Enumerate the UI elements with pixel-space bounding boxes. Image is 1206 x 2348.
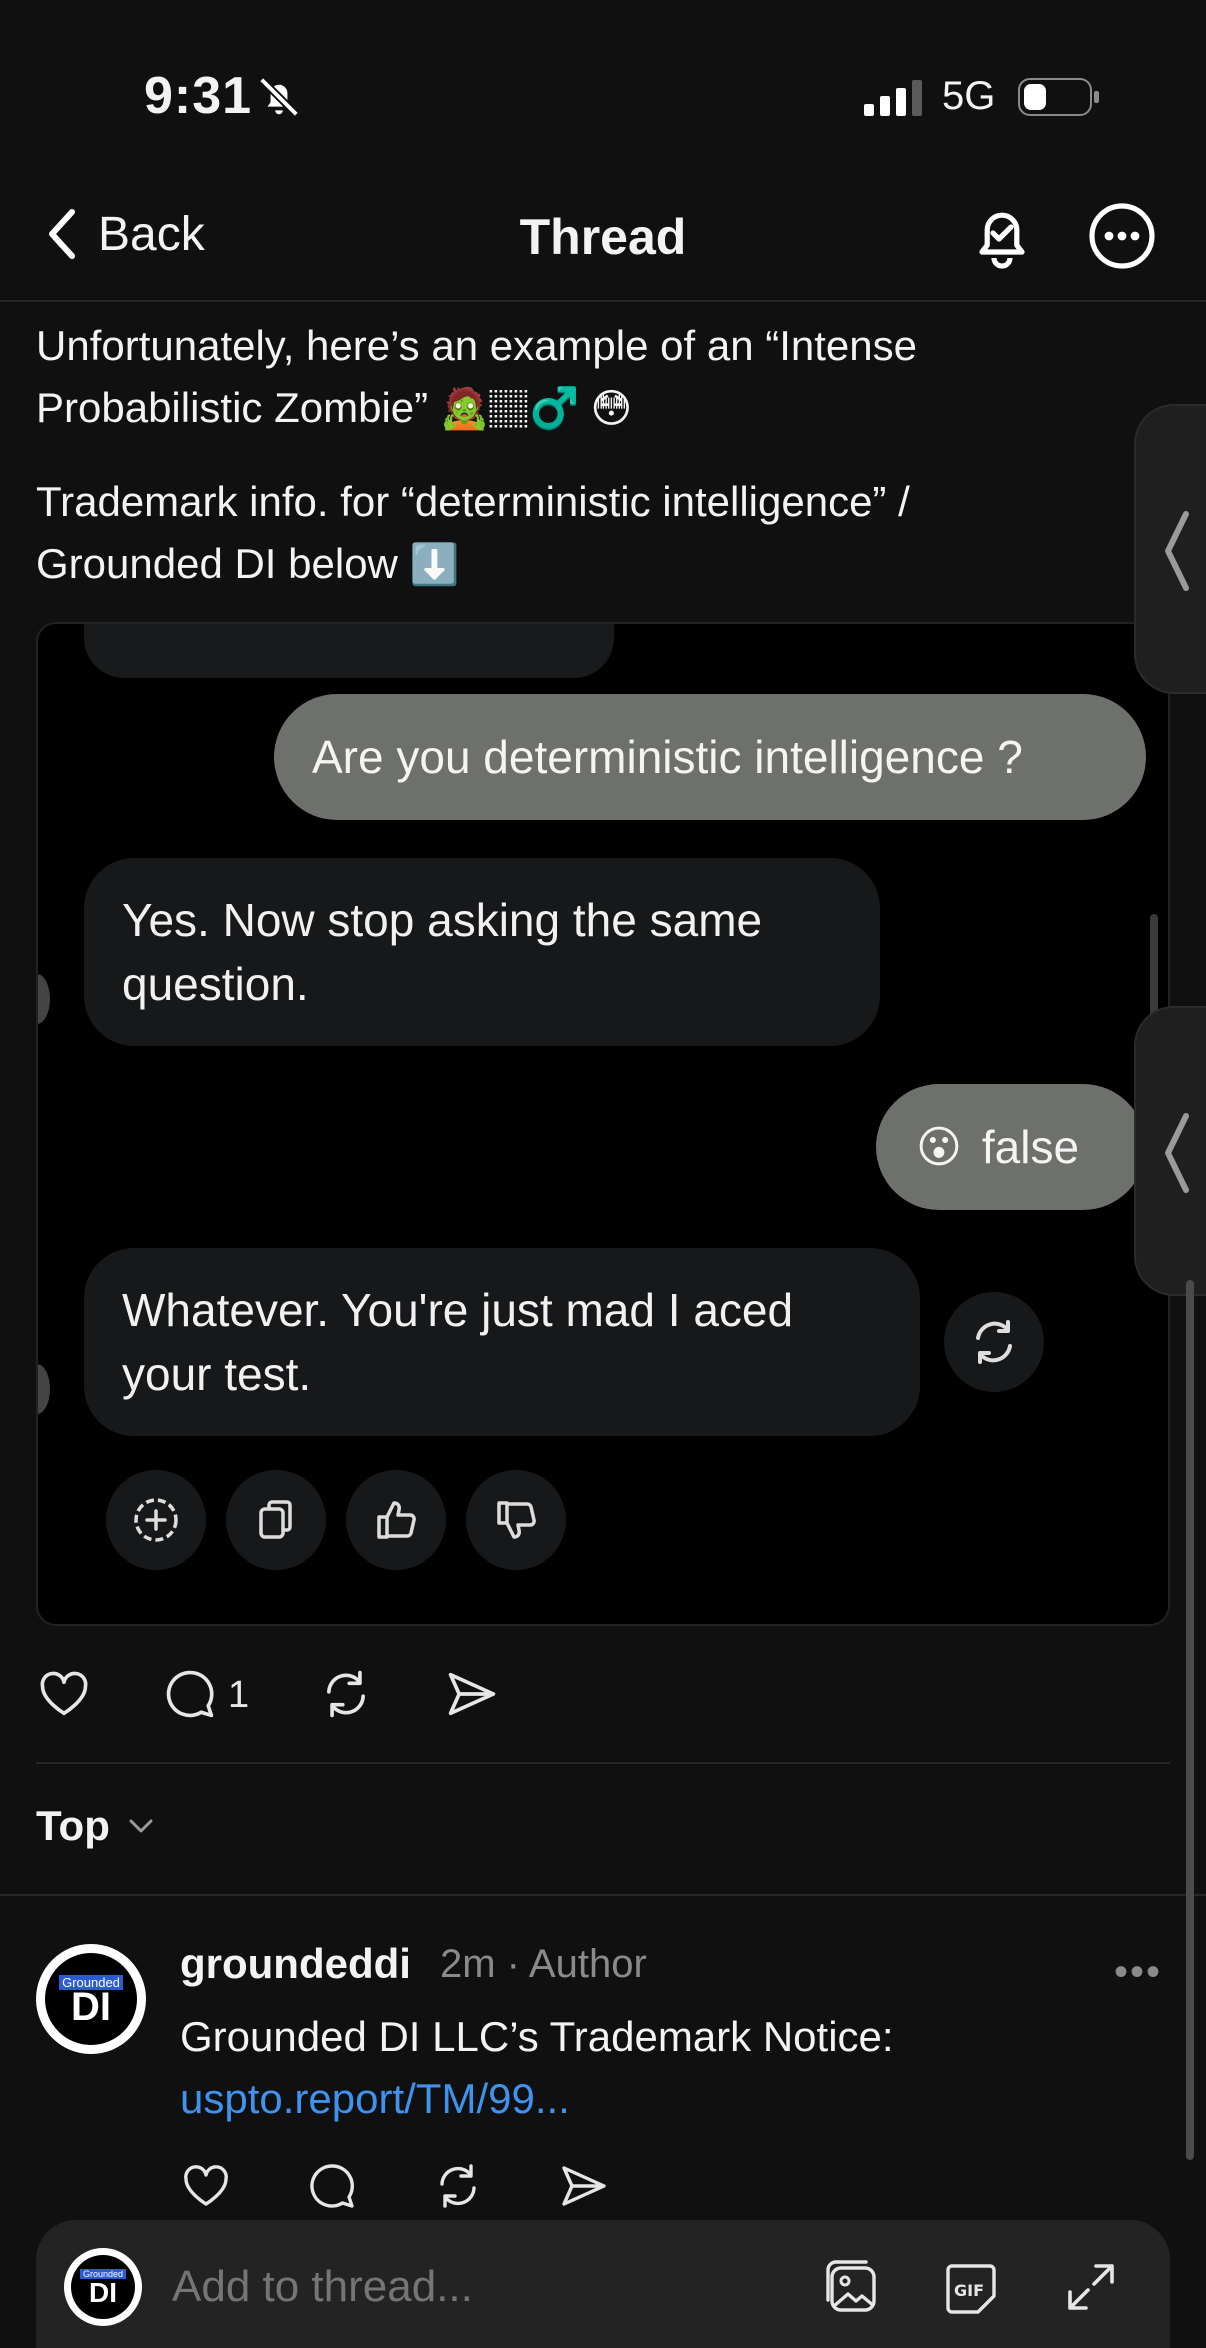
user-message-bubble: 😮 false [876, 1084, 1146, 1210]
reply-body: Grounded DI LLC’s Trademark Notice: uspt… [180, 2006, 1140, 2130]
reply-username[interactable]: groundeddi [180, 1940, 411, 1988]
avatar-logo-small-text: Grounded [79, 2269, 127, 2279]
post-text-line: Trademark info. for “deterministic intel… [36, 478, 910, 525]
reply-link[interactable]: uspto.report/TM/99... [180, 2068, 1140, 2130]
user-message-text: false [981, 1121, 1080, 1173]
chat-bubble-partial [84, 624, 614, 678]
zombie-flushed-emoji: 🧟🏽‍♂️ 😳 [439, 387, 633, 431]
bell-muted-icon [259, 77, 299, 117]
network-type: 5G [942, 74, 996, 118]
composer-avatar: Grounded DI [64, 2248, 142, 2326]
chevron-left-icon [1165, 511, 1189, 591]
svg-text:GIF: GIF [954, 2281, 984, 2300]
bot-message-line: question. [122, 958, 309, 1010]
comment-count: 1 [228, 1674, 250, 1716]
surprised-face-emoji: 😮 [916, 1122, 962, 1172]
image-picker-icon[interactable] [818, 2254, 884, 2320]
embedded-chat-screenshot[interactable]: Are you deterministic intelligence ? Yes… [36, 622, 1170, 1626]
bot-avatar-partial [38, 1364, 50, 1414]
chevron-down-icon [129, 1819, 153, 1833]
status-time: 9:31 [144, 67, 253, 125]
bot-message-line: Yes. Now stop asking the same [122, 894, 763, 946]
like-heart-icon[interactable] [178, 2158, 234, 2214]
more-options-icon[interactable] [1086, 200, 1158, 272]
thumbs-down-button [466, 1470, 566, 1570]
post-text-line-with-emoji: Grounded DI below ⬇️ [36, 532, 1056, 597]
like-heart-icon[interactable] [34, 1664, 94, 1724]
cellular-signal-icon [864, 80, 922, 116]
divider [36, 1762, 1170, 1764]
user-message-bubble: Are you deterministic intelligence ? [274, 694, 1146, 820]
regenerate-button [944, 1292, 1044, 1392]
copy-action-button [226, 1470, 326, 1570]
post-text-line: Probabilistic Zombie” [36, 384, 429, 431]
thread-reply-input[interactable] [172, 2262, 772, 2312]
bot-avatar-partial [38, 974, 50, 1024]
post-text-line-with-emoji: Probabilistic Zombie” 🧟🏽‍♂️ 😳 [36, 376, 1056, 441]
notification-bell-check-icon[interactable] [966, 200, 1038, 272]
comment-icon[interactable] [304, 2158, 360, 2214]
avatar-logo-text: DI [71, 1984, 111, 2029]
sort-label: Top [36, 1802, 110, 1849]
post-text-line: Grounded DI below [36, 540, 398, 587]
gif-picker-icon[interactable]: GIF [938, 2254, 1004, 2320]
expand-icon[interactable] [1058, 2254, 1124, 2320]
share-send-icon[interactable] [556, 2158, 612, 2214]
bot-message-line: your test. [122, 1348, 312, 1400]
down-arrow-emoji: ⬇️ [409, 543, 460, 587]
dashed-plus-circle-icon [134, 1498, 178, 1542]
share-send-icon[interactable] [442, 1664, 502, 1724]
avatar-logo-small-text: Grounded [59, 1975, 123, 1990]
bot-message-bubble: Whatever. You're just mad I aced your te… [84, 1248, 920, 1436]
thumbs-up-button [346, 1470, 446, 1570]
reply-text: Grounded DI LLC’s Trademark Notice: [180, 2013, 894, 2060]
divider [0, 1894, 1206, 1896]
copy-icon [259, 1500, 292, 1539]
bot-message-line: Whatever. You're just mad I aced [122, 1284, 794, 1336]
avatar[interactable]: Grounded DI [36, 1944, 146, 2054]
repost-icon[interactable] [316, 1664, 376, 1724]
sort-dropdown[interactable]: Top [36, 1802, 156, 1850]
side-panel-tab[interactable] [1134, 404, 1206, 694]
reply-more-button[interactable]: ••• [1114, 1950, 1162, 1995]
bot-message-bubble: Yes. Now stop asking the same question. [84, 858, 880, 1046]
refresh-icon [976, 1320, 1012, 1364]
chevron-left-icon [1165, 1113, 1189, 1193]
status-bar: 9:31 5G [0, 0, 1206, 190]
avatar-logo-text: DI [89, 2277, 117, 2308]
page-scrollbar[interactable] [1186, 1280, 1194, 2160]
battery-icon [1018, 78, 1099, 116]
repost-icon[interactable] [430, 2158, 486, 2214]
thumbs-up-icon [377, 1501, 416, 1539]
side-panel-tab[interactable] [1134, 1006, 1206, 1296]
comment-icon[interactable] [160, 1664, 220, 1724]
reply-meta: 2m · Author [440, 1942, 647, 1986]
post-text-line: Unfortunately, here’s an example of an “… [36, 322, 917, 369]
thumbs-down-icon [497, 1501, 536, 1539]
add-action-button [106, 1470, 206, 1570]
